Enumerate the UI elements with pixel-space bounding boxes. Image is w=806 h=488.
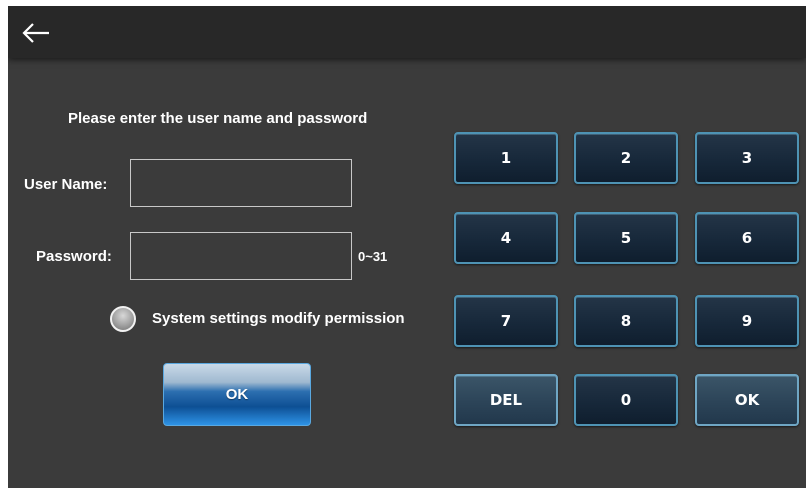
login-screen: Please enter the user name and password … bbox=[8, 6, 806, 488]
arrow-left-icon bbox=[22, 23, 49, 43]
permission-label: System settings modify permission bbox=[152, 310, 405, 327]
keypad-delete-key[interactable]: DEL bbox=[454, 374, 558, 426]
back-button[interactable] bbox=[20, 18, 52, 48]
login-prompt: Please enter the user name and password bbox=[68, 110, 368, 127]
keypad-ok-key[interactable]: OK bbox=[695, 374, 799, 426]
keypad-key-5[interactable]: 5 bbox=[574, 212, 678, 264]
password-field[interactable] bbox=[130, 232, 352, 280]
keypad-key-6[interactable]: 6 bbox=[695, 212, 799, 264]
password-label: Password: bbox=[36, 248, 112, 265]
keypad-key-1[interactable]: 1 bbox=[454, 132, 558, 184]
ok-button[interactable]: OK bbox=[163, 363, 311, 426]
permission-radio[interactable] bbox=[110, 306, 136, 332]
username-field[interactable] bbox=[130, 159, 352, 207]
keypad-key-2[interactable]: 2 bbox=[574, 132, 678, 184]
keypad-key-9[interactable]: 9 bbox=[695, 295, 799, 347]
password-length-hint: 0~31 bbox=[358, 249, 388, 264]
username-label: User Name: bbox=[24, 176, 108, 193]
keypad-key-8[interactable]: 8 bbox=[574, 295, 678, 347]
top-bar bbox=[8, 6, 806, 58]
keypad-key-3[interactable]: 3 bbox=[695, 132, 799, 184]
keypad-key-4[interactable]: 4 bbox=[454, 212, 558, 264]
keypad-key-0[interactable]: 0 bbox=[574, 374, 678, 426]
keypad-key-7[interactable]: 7 bbox=[454, 295, 558, 347]
